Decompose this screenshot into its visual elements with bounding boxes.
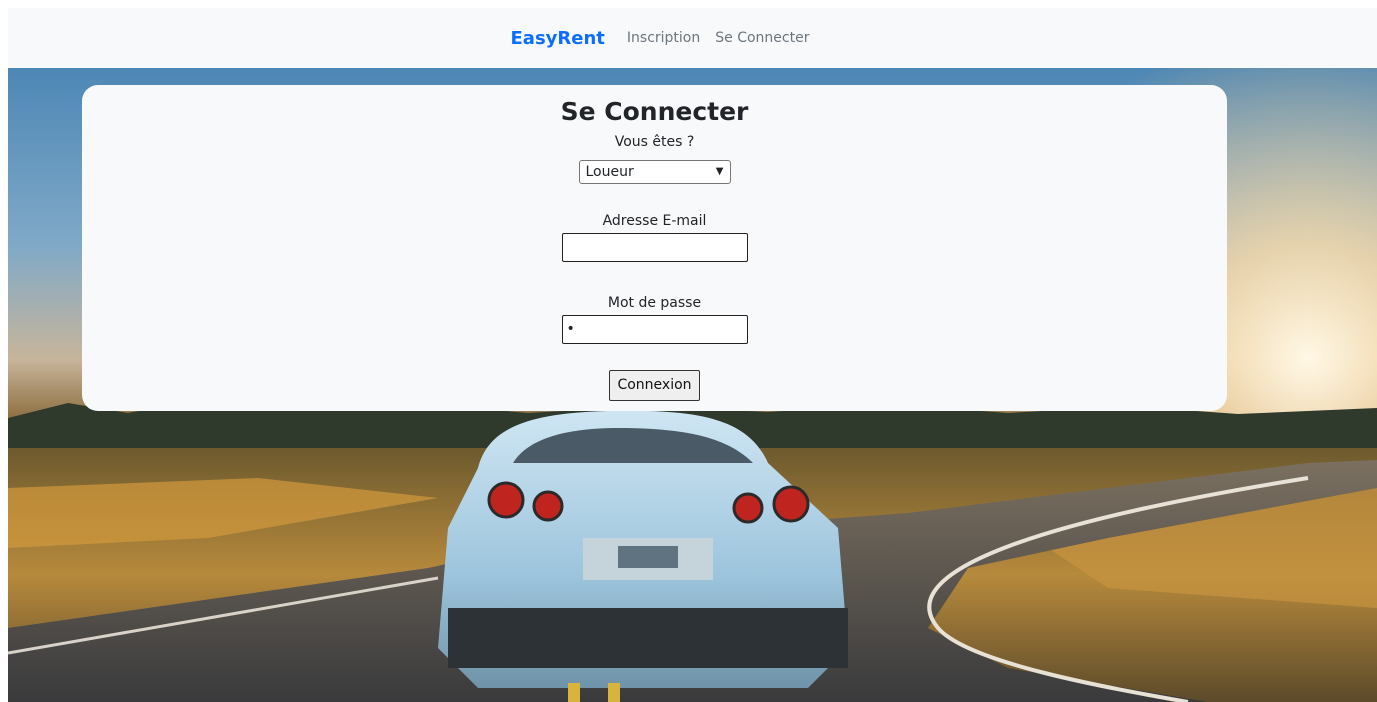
page: EasyRent Inscription Se Connecter Se Con…	[0, 0, 1377, 702]
nav-link-inscription[interactable]: Inscription	[627, 30, 700, 46]
navbar-inner: EasyRent Inscription Se Connecter	[511, 28, 825, 49]
user-type-select[interactable]: Loueur ▼	[578, 160, 731, 184]
email-field[interactable]	[561, 233, 748, 262]
login-card: Se Connecter Vous êtes ? Loueur ▼ Adress…	[82, 85, 1227, 411]
password-label: Mot de passe	[607, 295, 702, 311]
nav-link-se-connecter[interactable]: Se Connecter	[715, 30, 809, 46]
user-type-label: Vous êtes ?	[614, 134, 695, 150]
brand-link[interactable]: EasyRent	[511, 28, 605, 49]
email-label: Adresse E-mail	[602, 213, 707, 229]
connexion-button[interactable]: Connexion	[609, 370, 700, 401]
password-field[interactable]: •	[561, 315, 748, 344]
user-type-select-wrapper: Loueur ▼	[578, 160, 731, 184]
chevron-down-icon: ▼	[715, 166, 724, 177]
user-type-selected-value: Loueur	[585, 164, 634, 180]
top-navbar: EasyRent Inscription Se Connecter	[8, 8, 1377, 68]
page-title: Se Connecter	[560, 97, 749, 126]
